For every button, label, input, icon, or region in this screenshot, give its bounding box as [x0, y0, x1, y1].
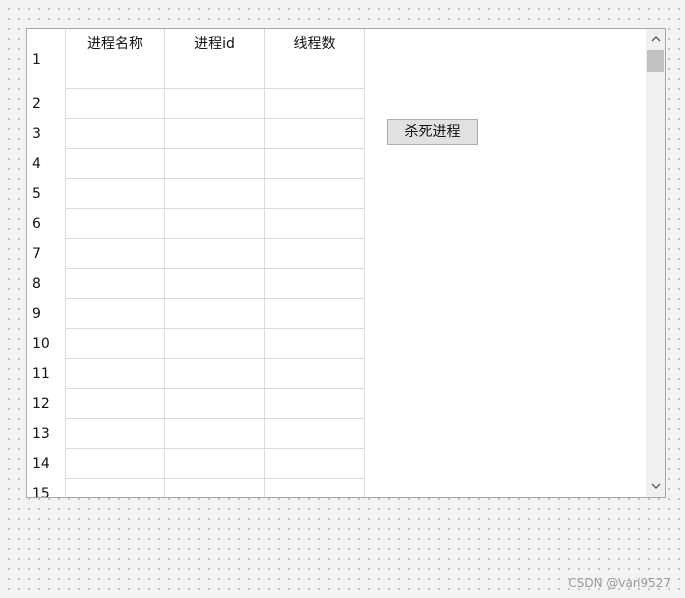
- table-cell[interactable]: [65, 449, 165, 479]
- table-cell[interactable]: [65, 59, 165, 89]
- table-cell[interactable]: [265, 89, 365, 119]
- table-cell[interactable]: [65, 359, 165, 389]
- table-cell[interactable]: [165, 479, 265, 497]
- table-cell[interactable]: [165, 449, 265, 479]
- table-cell[interactable]: [65, 299, 165, 329]
- table-cell[interactable]: [165, 329, 265, 359]
- table-cell[interactable]: [165, 359, 265, 389]
- table-cell[interactable]: [265, 269, 365, 299]
- row-header: 15: [32, 486, 50, 497]
- table-row[interactable]: 15: [27, 479, 366, 497]
- table-row[interactable]: 7: [27, 239, 366, 269]
- row-header: 13: [32, 426, 50, 442]
- table-cell[interactable]: [65, 119, 165, 149]
- column-header-thread-count[interactable]: 线程数: [265, 29, 365, 59]
- table-cell[interactable]: [65, 179, 165, 209]
- table-cell[interactable]: [165, 179, 265, 209]
- row-header: 11: [32, 366, 50, 382]
- table-cell[interactable]: [265, 59, 365, 89]
- table-row[interactable]: 9: [27, 299, 366, 329]
- table-cell[interactable]: [65, 479, 165, 497]
- table-header-row: 进程名称 进程id 线程数: [27, 29, 366, 59]
- table-cell[interactable]: [165, 209, 265, 239]
- row-header: 4: [32, 156, 41, 172]
- table-cell[interactable]: [165, 389, 265, 419]
- row-header: 7: [32, 246, 41, 262]
- row-header: 5: [32, 186, 41, 202]
- table-row[interactable]: 14: [27, 449, 366, 479]
- column-header-process-name[interactable]: 进程名称: [65, 29, 165, 59]
- table-cell[interactable]: [265, 299, 365, 329]
- row-header: 14: [32, 456, 50, 472]
- table-cell[interactable]: [165, 239, 265, 269]
- table-row[interactable]: 8: [27, 269, 366, 299]
- table-cell[interactable]: [65, 89, 165, 119]
- table-row[interactable]: 3: [27, 119, 366, 149]
- scroll-thumb[interactable]: [647, 50, 664, 72]
- table-cell[interactable]: [65, 419, 165, 449]
- table-cell[interactable]: [165, 149, 265, 179]
- table-cell[interactable]: [265, 119, 365, 149]
- table-cell[interactable]: [65, 269, 165, 299]
- kill-process-button[interactable]: 杀死进程: [387, 119, 478, 145]
- table-cell[interactable]: [265, 329, 365, 359]
- table-cell[interactable]: [265, 179, 365, 209]
- row-header: 6: [32, 216, 41, 232]
- table-cell[interactable]: [265, 209, 365, 239]
- row-header: 2: [32, 96, 41, 112]
- row-header: 10: [32, 336, 50, 352]
- table-cell[interactable]: [165, 119, 265, 149]
- table-row[interactable]: 6: [27, 209, 366, 239]
- table-cell[interactable]: [265, 149, 365, 179]
- scroll-up-button[interactable]: [646, 29, 665, 49]
- table-cell[interactable]: [65, 389, 165, 419]
- table-cell[interactable]: [265, 389, 365, 419]
- table-row[interactable]: 5: [27, 179, 366, 209]
- vertical-scrollbar[interactable]: [646, 29, 665, 497]
- row-header: 3: [32, 126, 41, 142]
- watermark: CSDN @van9527: [568, 576, 671, 590]
- table-cell[interactable]: [265, 239, 365, 269]
- table-cell[interactable]: [265, 419, 365, 449]
- row-header: 8: [32, 276, 41, 292]
- table-cell[interactable]: [265, 479, 365, 497]
- table-cell[interactable]: [165, 59, 265, 89]
- table-row[interactable]: 4: [27, 149, 366, 179]
- table-cell[interactable]: [65, 239, 165, 269]
- table-cell[interactable]: [65, 149, 165, 179]
- table-cell[interactable]: [165, 89, 265, 119]
- table-cell[interactable]: [165, 299, 265, 329]
- chevron-up-icon: [651, 36, 660, 42]
- chevron-down-icon: [651, 483, 660, 489]
- scroll-down-button[interactable]: [646, 477, 665, 497]
- table-row[interactable]: 13: [27, 419, 366, 449]
- table-cell[interactable]: [265, 359, 365, 389]
- table-cell[interactable]: [65, 209, 165, 239]
- table-row[interactable]: 10: [27, 329, 366, 359]
- row-header: 1: [32, 52, 41, 68]
- process-grid-view[interactable]: 进程名称 进程id 线程数 1 2 3 4 5 6 7 8 9 10 11 12…: [26, 28, 666, 498]
- column-header-process-id[interactable]: 进程id: [165, 29, 265, 59]
- process-table[interactable]: 进程名称 进程id 线程数 1 2 3 4 5 6 7 8 9 10 11 12…: [27, 29, 366, 497]
- table-cell[interactable]: [165, 419, 265, 449]
- row-header: 9: [32, 306, 41, 322]
- table-row[interactable]: 1: [27, 52, 366, 89]
- row-header: 12: [32, 396, 50, 412]
- table-row[interactable]: 2: [27, 89, 366, 119]
- table-cell[interactable]: [165, 269, 265, 299]
- table-row[interactable]: 11: [27, 359, 366, 389]
- table-cell[interactable]: [65, 329, 165, 359]
- table-row[interactable]: 12: [27, 389, 366, 419]
- table-cell[interactable]: [265, 449, 365, 479]
